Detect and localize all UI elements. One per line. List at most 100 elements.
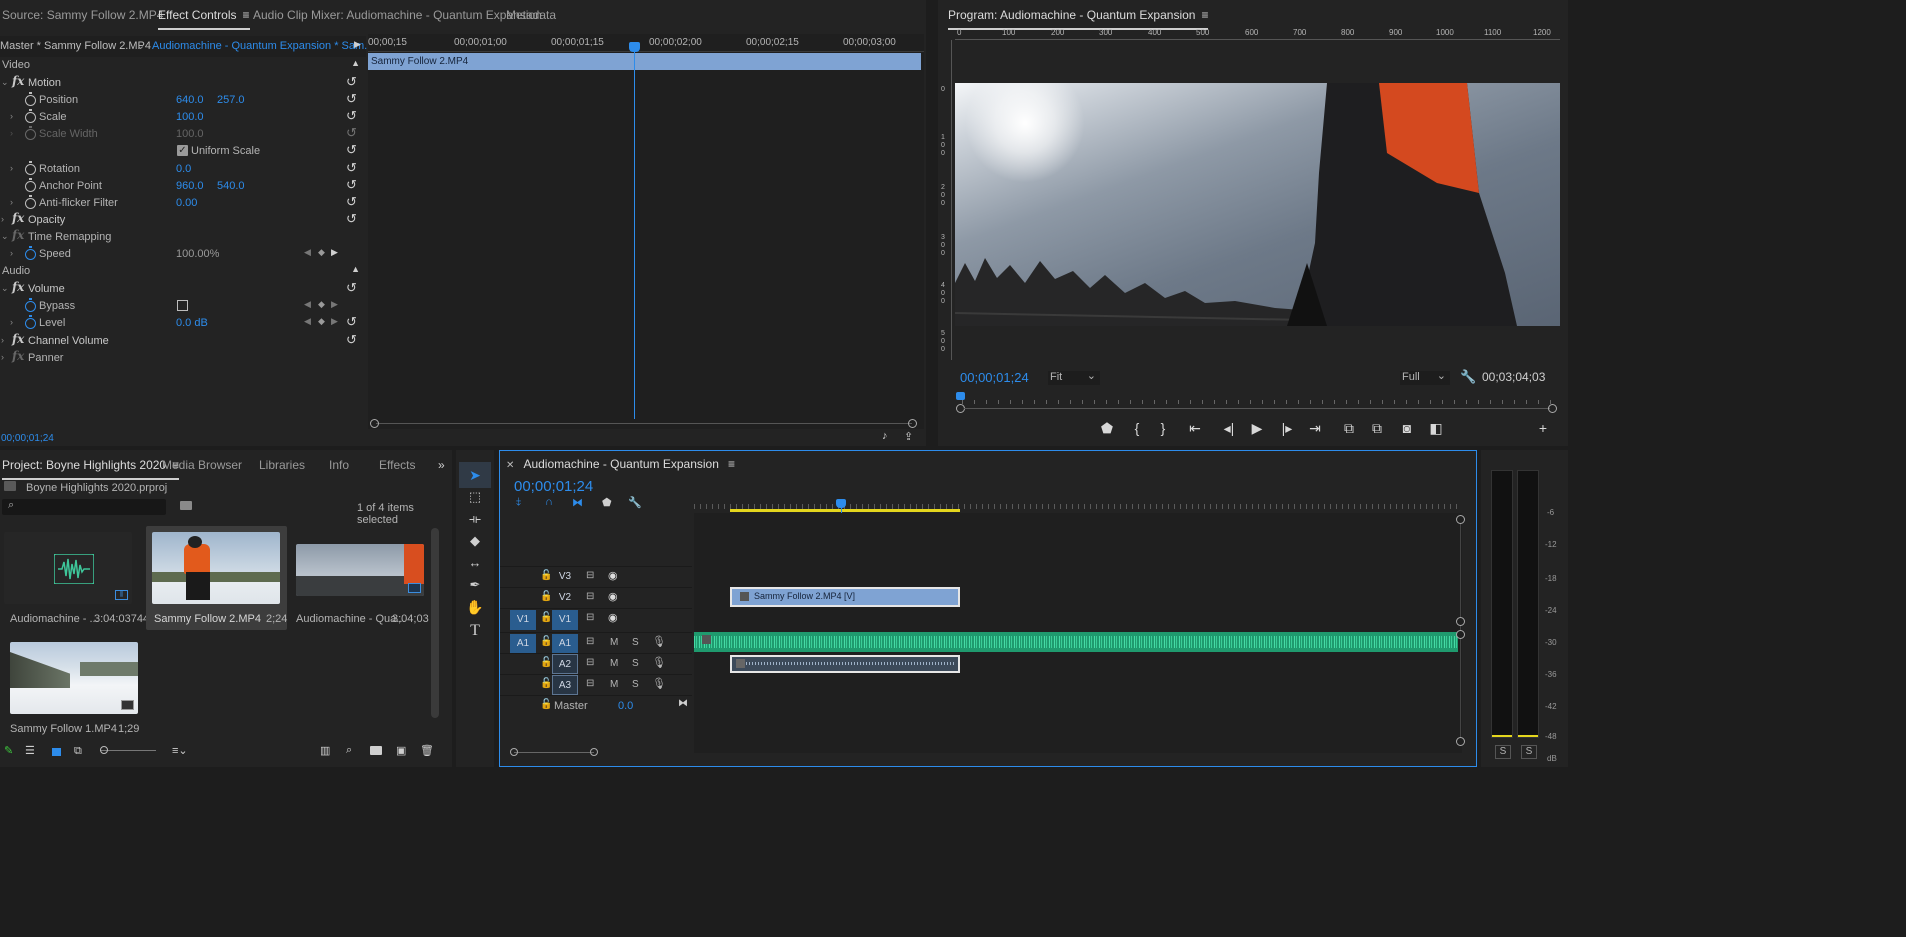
reset-icon[interactable]: ↺ [346, 281, 358, 294]
expand-arrow-icon[interactable]: ⌄ [1, 283, 9, 294]
solo-left-button[interactable]: S [1495, 745, 1511, 759]
project-item-sequence[interactable]: Audiomachine - Qua... 3;04;03 [290, 526, 432, 630]
timeline-tab[interactable]: ✕ Audiomachine - Quantum Expansion ≡ [506, 457, 735, 471]
program-scrub-bar[interactable] [956, 392, 1558, 413]
export-icon[interactable]: ⇪ [904, 430, 913, 443]
fx-badge[interactable]: fx [12, 280, 24, 294]
stopwatch-icon[interactable] [25, 315, 36, 329]
antiflicker-value[interactable]: 0.00 [176, 197, 197, 209]
level-value[interactable]: 0.0 dB [176, 317, 208, 329]
next-keyframe-icon[interactable]: ▶ [331, 247, 338, 258]
panel-menu-icon[interactable]: ≡ [1201, 8, 1208, 22]
scroll-handle-left[interactable] [370, 419, 379, 428]
next-keyframe-icon[interactable]: ▶ [331, 299, 338, 310]
wrench-icon[interactable]: 🔧 [628, 496, 642, 509]
snap-icon[interactable]: ∩ [545, 496, 553, 508]
expand-arrow-icon[interactable]: › [10, 317, 13, 327]
fx-badge[interactable]: fx [12, 211, 24, 225]
eye-icon[interactable]: ◉ [608, 611, 618, 624]
solo-button[interactable]: S [632, 637, 639, 648]
stopwatch-icon[interactable] [25, 161, 36, 175]
audio-clip-a2[interactable] [730, 655, 960, 673]
position-y-value[interactable]: 257.0 [217, 94, 245, 106]
new-item-icon[interactable]: ▣ [396, 744, 406, 757]
project-item-video[interactable]: Sammy Follow 1.MP4 1;29 [2, 636, 144, 740]
scroll-handle[interactable] [1456, 617, 1465, 626]
prev-keyframe-icon[interactable]: ◀ [304, 316, 311, 327]
linked-selection-icon[interactable]: ⧓ [572, 496, 583, 509]
track-target-a2[interactable]: A2 [552, 654, 578, 674]
stopwatch-icon[interactable] [25, 298, 36, 312]
uniform-scale-checkbox[interactable]: ✓ [177, 145, 188, 156]
effect-scrollbar[interactable] [370, 419, 918, 429]
sync-lock-icon[interactable]: ⊟ [586, 612, 594, 623]
step-back-icon[interactable]: ◂| [1218, 420, 1240, 437]
lock-icon[interactable]: 🔓 [540, 570, 552, 581]
lock-icon[interactable]: 🔓 [540, 657, 552, 668]
master-clip-label[interactable]: Master * Sammy Follow 2.MP4 [0, 40, 151, 52]
program-playhead[interactable] [956, 392, 965, 400]
stopwatch-icon[interactable] [25, 92, 36, 106]
eye-icon[interactable]: ◉ [608, 590, 618, 603]
panel-menu-icon[interactable]: ≡ [728, 457, 735, 471]
nest-icon[interactable]: ⤈ [516, 496, 521, 509]
comparison-view-icon[interactable]: ◧ [1425, 420, 1447, 437]
track-target-v2[interactable]: V2 [552, 588, 578, 608]
anchor-y-value[interactable]: 540.0 [217, 180, 245, 192]
master-volume-value[interactable]: 0.0 [618, 700, 633, 712]
track-target-v3[interactable]: V3 [552, 567, 578, 586]
zoom-slider[interactable] [100, 746, 156, 754]
new-bin-icon[interactable] [370, 746, 382, 755]
scale-value[interactable]: 100.0 [176, 111, 204, 123]
mark-in-icon[interactable]: { [1126, 420, 1148, 436]
microphone-icon[interactable]: 🎙 [652, 677, 666, 690]
timeline-ruler[interactable] [694, 499, 1462, 513]
play-icon[interactable]: ▶ [1246, 420, 1268, 437]
project-item-selected[interactable]: Sammy Follow 2.MP4 2;24 [146, 526, 287, 630]
effect-time-ruler[interactable]: 00;00;15 00;00;01;00 00;00;01;15 00;00;0… [368, 34, 924, 52]
scroll-handle[interactable] [1456, 737, 1465, 746]
microphone-icon[interactable]: 🎙 [652, 656, 666, 669]
add-keyframe-icon[interactable]: ◆ [318, 316, 325, 327]
reset-icon[interactable]: ↺ [346, 178, 358, 191]
collapse-arrow-icon[interactable]: ▲ [351, 264, 360, 274]
mute-button[interactable]: M [610, 679, 618, 690]
sync-lock-icon[interactable]: ⊟ [586, 678, 594, 689]
expand-arrow-icon[interactable]: ⌄ [1, 231, 9, 242]
expand-arrow-icon[interactable]: › [10, 111, 13, 121]
timeline-timecode[interactable]: 00;00;01;24 [514, 478, 593, 495]
add-marker-icon[interactable]: ⬟ [602, 496, 612, 509]
type-tool-icon[interactable]: T [459, 618, 491, 644]
timeline-h-scrollbar[interactable] [510, 747, 600, 757]
stopwatch-icon[interactable] [25, 246, 36, 260]
tab-project[interactable]: Project: Boyne Highlights 2020 ≡ [2, 458, 180, 480]
reset-icon[interactable]: ↺ [346, 92, 358, 105]
effect-playhead-handle[interactable] [629, 42, 640, 52]
video-clip-v2[interactable]: Sammy Follow 2.MP4 [V] [730, 587, 960, 607]
rotation-value[interactable]: 0.0 [176, 163, 191, 175]
tab-info[interactable]: Info [329, 458, 349, 472]
tab-effects[interactable]: Effects [379, 458, 415, 472]
expand-arrow-icon[interactable]: › [1, 335, 4, 345]
expand-arrow-icon[interactable]: › [10, 163, 13, 173]
scroll-handle[interactable] [1456, 630, 1465, 639]
chevron-down-icon[interactable]: ⌄ [136, 39, 145, 52]
go-to-out-icon[interactable]: ⇥ [1304, 420, 1326, 437]
effect-clip-bar[interactable]: Sammy Follow 2.MP4 [368, 53, 921, 70]
audio-clip-a1[interactable] [694, 632, 1458, 652]
eye-icon[interactable]: ◉ [608, 569, 618, 582]
icon-view-icon[interactable] [52, 748, 61, 756]
reset-icon[interactable]: ↺ [346, 161, 358, 174]
sync-lock-icon[interactable]: ⊟ [586, 657, 594, 668]
track-target-v1[interactable]: V1 [552, 610, 578, 630]
tab-metadata[interactable]: Metadata [506, 8, 556, 22]
more-tabs-icon[interactable]: » [438, 458, 445, 472]
microphone-icon[interactable]: 🎙 [652, 635, 666, 648]
add-keyframe-icon[interactable]: ◆ [318, 247, 325, 258]
trash-icon[interactable]: 🗑 [420, 744, 434, 757]
search-input[interactable]: ⌕ [2, 499, 166, 515]
scroll-handle-right[interactable] [590, 748, 598, 756]
scroll-handle-right[interactable] [908, 419, 917, 428]
sort-icon[interactable]: ≡⌄ [172, 744, 188, 757]
sync-lock-icon[interactable]: ⊟ [586, 570, 594, 581]
